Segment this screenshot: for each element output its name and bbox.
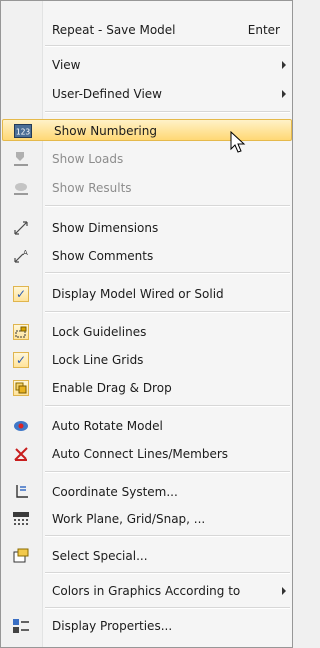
rotate-icon (12, 417, 30, 435)
separator (45, 45, 290, 47)
separator (45, 272, 290, 274)
menu-item-label: View (52, 58, 81, 72)
check-icon: ✓ (12, 285, 30, 303)
menu-item-view[interactable]: View (1, 54, 292, 76)
menu-item-colors-in-graphics[interactable]: Colors in Graphics According to (1, 580, 292, 602)
coordinate-icon (12, 483, 30, 501)
results-icon (12, 179, 30, 197)
menu-item-coordinate-system[interactable]: Coordinate System... (1, 481, 292, 503)
separator (45, 471, 290, 473)
menu-item-label: Show Loads (52, 152, 124, 166)
menu-item-label: Show Numbering (54, 124, 157, 138)
separator (45, 311, 290, 313)
menu-item-label: Repeat - Save Model (52, 23, 176, 37)
mouse-cursor-icon (230, 131, 246, 153)
menu-item-label: Show Dimensions (52, 221, 159, 235)
menu-item-work-plane-grid-snap[interactable]: Work Plane, Grid/Snap, ... (1, 508, 292, 530)
menu-item-show-results[interactable]: Show Results (1, 177, 292, 199)
menu-item-label: Select Special... (52, 549, 148, 563)
grid-icon (12, 510, 30, 528)
comments-icon: A (12, 247, 30, 265)
menu-item-label: Lock Guidelines (52, 325, 147, 339)
menu-item-show-dimensions[interactable]: Show Dimensions (1, 217, 292, 239)
lock-guidelines-icon (12, 323, 30, 341)
svg-text:A: A (23, 249, 28, 257)
shortcut-label: Enter (247, 23, 280, 37)
submenu-arrow-icon (282, 61, 286, 69)
menu-item-label: Colors in Graphics According to (52, 584, 241, 598)
separator (45, 572, 290, 574)
separator (45, 205, 290, 207)
submenu-arrow-icon (282, 587, 286, 595)
menu-item-lock-guidelines[interactable]: Lock Guidelines (1, 321, 292, 343)
loads-icon (12, 150, 30, 168)
menu-item-repeat-save-model[interactable]: Repeat - Save Model Enter (1, 19, 292, 41)
menu-item-label: Display Properties... (52, 619, 173, 633)
display-properties-icon (12, 617, 30, 635)
menu-item-label: Show Comments (52, 249, 154, 263)
connect-icon (12, 445, 30, 463)
menu-item-label: Enable Drag & Drop (52, 381, 172, 395)
separator (45, 111, 290, 113)
menu-item-display-model-wired-or-solid[interactable]: ✓ Display Model Wired or Solid (1, 283, 292, 305)
menu-item-display-properties[interactable]: Display Properties... (1, 615, 292, 637)
menu-item-select-special[interactable]: Select Special... (1, 545, 292, 567)
separator (45, 607, 290, 609)
select-special-icon (12, 547, 30, 565)
check-icon: ✓ (12, 351, 30, 369)
menu-item-auto-connect-lines-members[interactable]: Auto Connect Lines/Members (1, 443, 292, 465)
menu-item-label: Display Model Wired or Solid (52, 287, 224, 301)
menu-item-label: User-Defined View (52, 87, 162, 101)
submenu-arrow-icon (282, 90, 286, 98)
menu-item-show-loads[interactable]: Show Loads (1, 148, 292, 170)
dimensions-icon (12, 219, 30, 237)
menu-item-show-numbering[interactable]: 123 Show Numbering (2, 119, 292, 141)
menu-item-label: Auto Connect Lines/Members (52, 447, 229, 461)
menu-item-show-comments[interactable]: A Show Comments (1, 245, 292, 267)
svg-text:123: 123 (16, 128, 31, 137)
menu-item-label: Auto Rotate Model (52, 419, 163, 433)
menu-item-label: Coordinate System... (52, 485, 178, 499)
separator (45, 535, 290, 537)
menu-item-user-defined-view[interactable]: User-Defined View (1, 83, 292, 105)
context-menu: Repeat - Save Model Enter View User-Defi… (0, 0, 293, 648)
menu-item-label: Show Results (52, 181, 132, 195)
menu-item-label: Lock Line Grids (52, 353, 144, 367)
numbering-icon: 123 (14, 122, 32, 140)
drag-drop-icon (12, 379, 30, 397)
separator (45, 405, 290, 407)
menu-item-lock-line-grids[interactable]: ✓ Lock Line Grids (1, 349, 292, 371)
menu-item-enable-drag-drop[interactable]: Enable Drag & Drop (1, 377, 292, 399)
menu-item-auto-rotate-model[interactable]: Auto Rotate Model (1, 415, 292, 437)
menu-item-label: Work Plane, Grid/Snap, ... (52, 512, 206, 526)
